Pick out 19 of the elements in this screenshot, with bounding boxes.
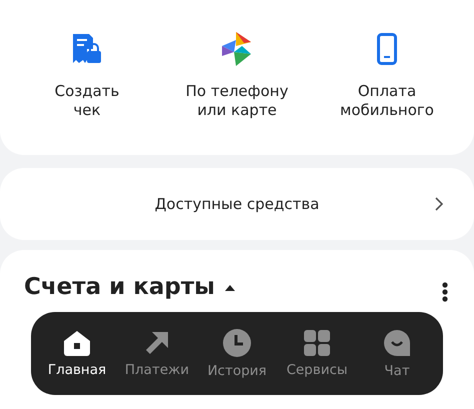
nav-tab[interactable]: Чат <box>357 312 437 395</box>
chevron-right-icon <box>435 197 444 211</box>
home-icon <box>63 330 91 356</box>
phone-icon <box>377 33 397 65</box>
receipt-lock-icon <box>73 34 101 64</box>
arrow-icon <box>144 330 170 356</box>
clock-icon <box>223 328 251 356</box>
nav-tab[interactable]: Сервисы <box>277 312 357 395</box>
available-funds-button[interactable]: Доступные средства <box>0 168 474 240</box>
chat-icon <box>383 328 411 356</box>
colorful-triangles-icon <box>222 32 252 66</box>
nav-tab[interactable]: Главная <box>37 312 117 395</box>
quick-action-button[interactable]: Создать чек <box>12 0 162 155</box>
quick-action-button[interactable]: По телефону или карте <box>162 0 312 155</box>
nav-tab[interactable]: История <box>197 312 277 395</box>
nav-tab[interactable]: Платежи <box>117 312 197 395</box>
quick-action-button[interactable]: Оплата мобильного <box>312 0 462 155</box>
more-icon[interactable] <box>442 282 448 302</box>
grid-icon <box>304 330 330 356</box>
